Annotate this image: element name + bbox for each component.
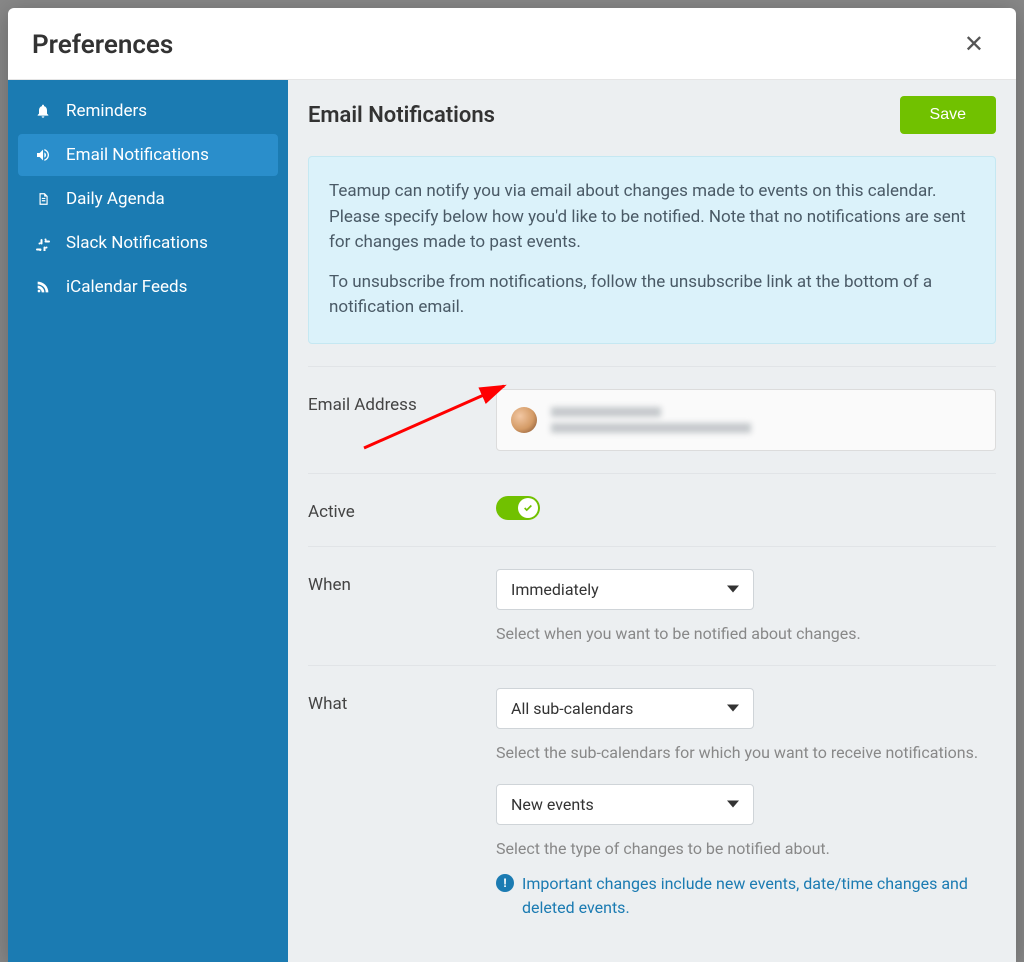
- modal-header: Preferences ✕: [8, 8, 1016, 80]
- sidebar: Reminders Email Notifications Daily Agen…: [8, 80, 288, 962]
- what-changes-value: New events: [511, 795, 594, 814]
- chevron-down-icon: [727, 705, 739, 712]
- email-address-label: Email Address: [308, 389, 496, 415]
- close-button[interactable]: ✕: [956, 26, 992, 63]
- sidebar-item-label: iCalendar Feeds: [66, 277, 187, 297]
- divider: [308, 546, 996, 547]
- important-changes-note[interactable]: ! Important changes include new events, …: [496, 872, 996, 920]
- chevron-down-icon: [727, 586, 739, 593]
- important-changes-text: Important changes include new events, da…: [522, 872, 996, 920]
- when-label: When: [308, 569, 496, 595]
- when-selected-value: Immediately: [511, 580, 599, 599]
- active-toggle[interactable]: [496, 496, 540, 520]
- what-label: What: [308, 688, 496, 714]
- when-select[interactable]: Immediately: [496, 569, 754, 610]
- active-label: Active: [308, 496, 496, 522]
- info-box: Teamup can notify you via email about ch…: [308, 156, 996, 344]
- modal-title: Preferences: [32, 30, 173, 60]
- what-calendars-select[interactable]: All sub-calendars: [496, 688, 754, 729]
- sidebar-item-label: Email Notifications: [66, 145, 209, 165]
- chevron-down-icon: [727, 801, 739, 808]
- sidebar-item-reminders[interactable]: Reminders: [18, 90, 278, 132]
- content-header: Email Notifications Save: [308, 96, 996, 134]
- document-icon: [34, 190, 52, 208]
- what-calendars-hint: Select the sub-calendars for which you w…: [496, 743, 996, 762]
- divider: [308, 366, 996, 367]
- sidebar-item-icalendar-feeds[interactable]: iCalendar Feeds: [18, 266, 278, 308]
- slack-icon: [34, 234, 52, 252]
- avatar: [511, 407, 537, 433]
- email-address-display: [496, 389, 996, 451]
- modal-body: Reminders Email Notifications Daily Agen…: [8, 80, 1016, 962]
- bell-icon: [34, 102, 52, 120]
- what-calendars-value: All sub-calendars: [511, 699, 633, 718]
- what-section: What All sub-calendars Select the sub-ca…: [308, 688, 996, 920]
- what-changes-hint: Select the type of changes to be notifie…: [496, 839, 996, 858]
- info-text-1: Teamup can notify you via email about ch…: [329, 179, 975, 256]
- info-text-2: To unsubscribe from notifications, follo…: [329, 270, 975, 321]
- sidebar-item-daily-agenda[interactable]: Daily Agenda: [18, 178, 278, 220]
- when-hint: Select when you want to be notified abou…: [496, 624, 996, 643]
- email-address-section: Email Address: [308, 389, 996, 451]
- volume-icon: [34, 146, 52, 164]
- save-button[interactable]: Save: [900, 96, 996, 134]
- sidebar-item-label: Daily Agenda: [66, 189, 165, 209]
- rss-icon: [34, 278, 52, 296]
- preferences-modal: Preferences ✕ Reminders Email Notificati…: [8, 8, 1016, 962]
- sidebar-item-email-notifications[interactable]: Email Notifications: [18, 134, 278, 176]
- when-section: When Immediately Select when you want to…: [308, 569, 996, 643]
- check-icon: [523, 503, 533, 513]
- sidebar-item-slack-notifications[interactable]: Slack Notifications: [18, 222, 278, 264]
- content-area: Email Notifications Save Teamup can noti…: [288, 80, 1016, 962]
- sidebar-item-label: Reminders: [66, 101, 147, 121]
- sidebar-item-label: Slack Notifications: [66, 233, 208, 253]
- what-changes-select[interactable]: New events: [496, 784, 754, 825]
- page-title: Email Notifications: [308, 103, 495, 128]
- active-section: Active: [308, 496, 996, 524]
- close-icon: ✕: [964, 31, 984, 58]
- redacted-email-info: [551, 407, 751, 433]
- info-icon: !: [496, 874, 514, 892]
- toggle-knob: [518, 498, 538, 518]
- divider: [308, 473, 996, 474]
- divider: [308, 665, 996, 666]
